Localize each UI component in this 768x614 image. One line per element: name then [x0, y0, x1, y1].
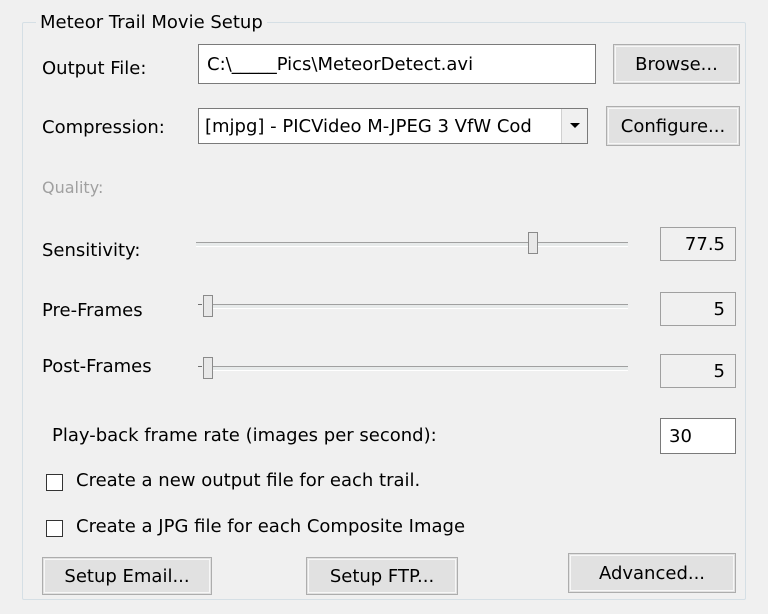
each-trail-checkbox[interactable]	[46, 474, 63, 491]
sensitivity-label: Sensitivity:	[42, 240, 141, 261]
output-file-label: Output File:	[42, 58, 147, 79]
compression-selected: [mjpg] - PICVideo M-JPEG 3 VfW Cod	[205, 115, 532, 137]
slider-track	[196, 242, 628, 247]
post-frames-slider[interactable]	[196, 352, 628, 388]
advanced-button[interactable]: Advanced...	[568, 553, 736, 593]
post-frames-label: Post-Frames	[42, 356, 152, 377]
playback-rate-field[interactable]: 30	[660, 418, 736, 454]
playback-label: Play-back frame rate (images per second)…	[52, 425, 437, 446]
compression-label: Compression:	[42, 117, 165, 138]
slider-thumb[interactable]	[527, 232, 538, 254]
setup-ftp-button[interactable]: Setup FTP...	[306, 557, 458, 595]
browse-button[interactable]: Browse...	[613, 44, 740, 84]
jpg-composite-checkbox[interactable]	[46, 520, 63, 537]
group-title: Meteor Trail Movie Setup	[36, 12, 267, 33]
pre-frames-slider[interactable]	[196, 290, 628, 326]
sensitivity-slider[interactable]	[196, 228, 628, 264]
output-file-value: C:\_____Pics\MeteorDetect.avi	[207, 53, 474, 75]
playback-rate-value: 30	[669, 425, 692, 447]
pre-frames-value: 5	[660, 292, 736, 326]
slider-thumb[interactable]	[203, 295, 213, 317]
slider-track	[204, 366, 628, 371]
post-frames-value: 5	[660, 354, 736, 388]
setup-email-button[interactable]: Setup Email...	[42, 557, 212, 595]
pre-frames-label: Pre-Frames	[42, 300, 143, 321]
chevron-down-icon[interactable]	[561, 109, 587, 143]
slider-track	[204, 304, 628, 309]
jpg-composite-label: Create a JPG file for each Composite Ima…	[76, 516, 466, 537]
compression-select[interactable]: [mjpg] - PICVideo M-JPEG 3 VfW Cod	[198, 108, 588, 144]
output-file-field[interactable]: C:\_____Pics\MeteorDetect.avi	[198, 44, 596, 84]
configure-button[interactable]: Configure...	[606, 106, 740, 146]
quality-label: Quality:	[42, 178, 104, 197]
slider-thumb[interactable]	[203, 357, 213, 379]
sensitivity-value: 77.5	[660, 227, 736, 261]
each-trail-label: Create a new output file for each trail.	[76, 470, 421, 491]
